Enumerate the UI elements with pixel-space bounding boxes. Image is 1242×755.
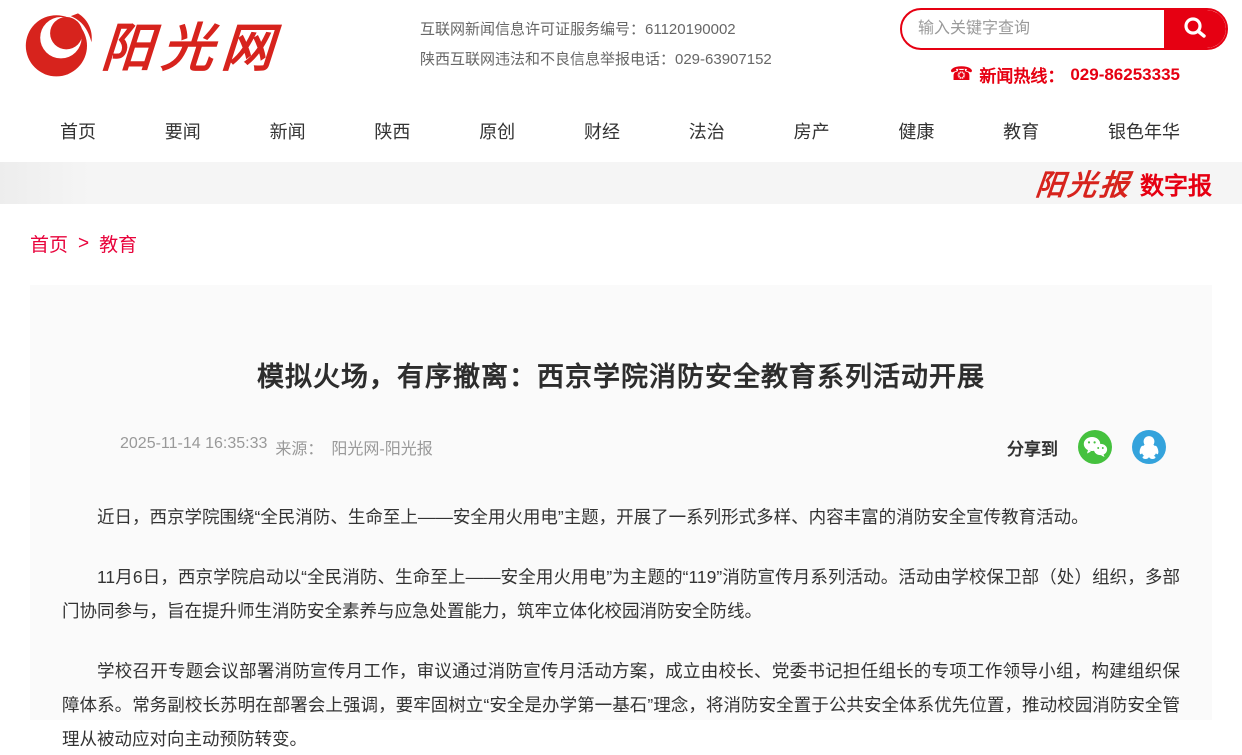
hotline-label: 新闻热线： bbox=[979, 62, 1064, 87]
nav-item[interactable]: 要闻 bbox=[165, 118, 201, 144]
article-datetime: 2025-11-14 16:35:33 bbox=[120, 435, 267, 459]
breadcrumb-home[interactable]: 首页 bbox=[30, 230, 68, 257]
breadcrumb-section[interactable]: 教育 bbox=[99, 230, 137, 257]
nav-item[interactable]: 教育 bbox=[1003, 118, 1039, 144]
license-info: 互联网新闻信息许可证服务编号：61120190002 陕西互联网违法和不良信息举… bbox=[420, 15, 772, 75]
article-paragraph: 近日，西京学院围绕“全民消防、生命至上——安全用火用电”主题，开展了一系列形式多… bbox=[62, 500, 1180, 534]
breadcrumb: 首页 > 教育 bbox=[30, 230, 1242, 257]
nav-item[interactable]: 原创 bbox=[479, 118, 515, 144]
article-paragraph: 11月6日，西京学院启动以“全民消防、生命至上——安全用火用电”为主题的“119… bbox=[62, 560, 1180, 628]
sun-logo-icon bbox=[24, 8, 96, 80]
article-body: 近日，西京学院围绕“全民消防、生命至上——安全用火用电”主题，开展了一系列形式多… bbox=[62, 500, 1180, 755]
digital-paper-strip: 阳光报 数字报 bbox=[0, 162, 1242, 204]
search-button[interactable] bbox=[1164, 10, 1226, 48]
site-logo-text: 阳光网 bbox=[99, 6, 284, 81]
search-icon bbox=[1182, 15, 1208, 44]
article-meta: 2025-11-14 16:35:33 来源： 阳光网-阳光报 bbox=[120, 435, 433, 459]
search-bar bbox=[900, 8, 1228, 50]
share-box: 分享到 bbox=[1007, 430, 1166, 464]
search-input[interactable] bbox=[902, 10, 1164, 48]
report-line: 陕西互联网违法和不良信息举报电话：029-63907152 bbox=[420, 45, 772, 75]
nav-item[interactable]: 财经 bbox=[584, 118, 620, 144]
article-source-label: 来源： bbox=[275, 435, 323, 459]
nav-item[interactable]: 健康 bbox=[898, 118, 934, 144]
news-hotline: ☎ 新闻热线： 029-86253335 bbox=[950, 62, 1180, 87]
nav-item[interactable]: 银色年华 bbox=[1108, 118, 1180, 144]
site-logo[interactable]: 阳光网 bbox=[24, 6, 282, 81]
nav-item[interactable]: 新闻 bbox=[270, 118, 306, 144]
wechat-share-icon[interactable] bbox=[1078, 430, 1112, 464]
paper-logo-text[interactable]: 阳光报 bbox=[1034, 162, 1134, 204]
site-header: 阳光网 互联网新闻信息许可证服务编号：61120190002 陕西互联网违法和不… bbox=[0, 0, 1242, 100]
license-line: 互联网新闻信息许可证服务编号：61120190002 bbox=[420, 15, 772, 45]
article-meta-row: 2025-11-14 16:35:33 来源： 阳光网-阳光报 分享到 bbox=[62, 430, 1180, 464]
nav-item[interactable]: 首页 bbox=[60, 118, 96, 144]
hotline-number: 029-86253335 bbox=[1070, 65, 1180, 85]
nav-item[interactable]: 房产 bbox=[794, 118, 830, 144]
article-source: 阳光网-阳光报 bbox=[331, 435, 432, 459]
main-nav: 首页 要闻 新闻 陕西 原创 财经 法治 房产 健康 教育 银色年华 bbox=[0, 100, 1242, 162]
article-paragraph: 学校召开专题会议部署消防宣传月工作，审议通过消防宣传月活动方案，成立由校长、党委… bbox=[62, 654, 1180, 755]
digital-paper-link[interactable]: 数字报 bbox=[1140, 166, 1212, 201]
qq-share-icon[interactable] bbox=[1132, 430, 1166, 464]
nav-item[interactable]: 法治 bbox=[689, 118, 725, 144]
nav-item[interactable]: 陕西 bbox=[374, 118, 410, 144]
share-label: 分享到 bbox=[1007, 435, 1058, 460]
article-card: 模拟火场，有序撤离：西京学院消防安全教育系列活动开展 2025-11-14 16… bbox=[30, 285, 1212, 720]
breadcrumb-separator: > bbox=[78, 233, 89, 255]
phone-icon: ☎ bbox=[950, 65, 974, 84]
article-title: 模拟火场，有序撤离：西京学院消防安全教育系列活动开展 bbox=[62, 355, 1180, 394]
